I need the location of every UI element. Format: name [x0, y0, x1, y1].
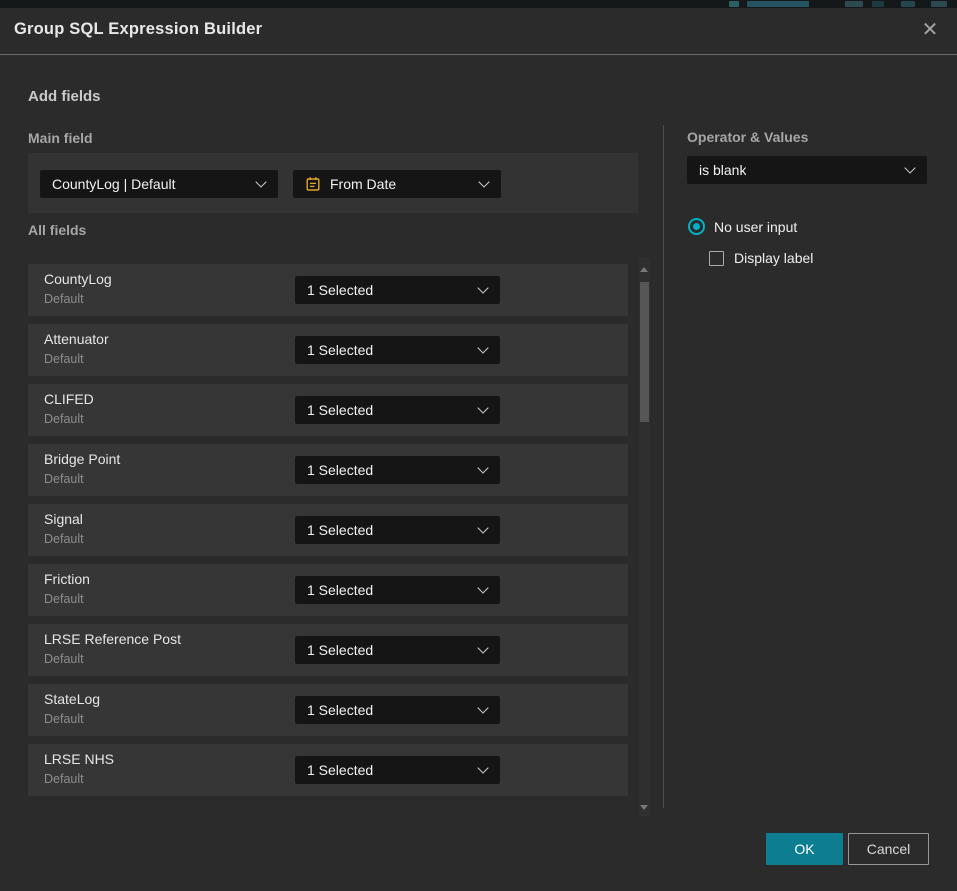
- checkbox-unchecked-icon: [709, 251, 724, 266]
- field-row: CountyLog Default 1 Selected: [28, 264, 628, 316]
- panel-divider: [663, 125, 664, 808]
- field-row-name: CountyLog: [44, 271, 112, 287]
- field-row-selection-value: 1 Selected: [307, 522, 373, 538]
- chevron-down-icon: [477, 282, 488, 293]
- main-field-label: Main field: [28, 130, 93, 146]
- operator-value: is blank: [699, 162, 746, 178]
- no-user-input-radio[interactable]: No user input: [688, 218, 797, 235]
- background-fragment: [845, 1, 863, 7]
- chevron-down-icon: [477, 702, 488, 713]
- chevron-down-icon: [255, 176, 266, 187]
- no-user-input-label: No user input: [714, 219, 797, 235]
- field-row-selection-value: 1 Selected: [307, 402, 373, 418]
- field-row: LRSE NHS Default 1 Selected: [28, 744, 628, 796]
- field-row-selection-value: 1 Selected: [307, 582, 373, 598]
- scrollbar-up-arrow-icon[interactable]: [640, 267, 648, 272]
- close-icon[interactable]: ✕: [916, 16, 944, 44]
- chevron-down-icon: [477, 642, 488, 653]
- field-row-subtitle: Default: [44, 472, 84, 486]
- field-row-selection-value: 1 Selected: [307, 282, 373, 298]
- field-row-subtitle: Default: [44, 592, 84, 606]
- field-row-subtitle: Default: [44, 772, 84, 786]
- dialog-title: Group SQL Expression Builder: [14, 20, 262, 39]
- main-field-panel: CountyLog | Default From Date: [28, 153, 638, 213]
- list-scrollbar[interactable]: [639, 258, 650, 816]
- field-row-subtitle: Default: [44, 652, 84, 666]
- all-fields-label: All fields: [28, 222, 86, 238]
- field-row-selection-value: 1 Selected: [307, 762, 373, 778]
- main-field-source-dropdown[interactable]: CountyLog | Default: [40, 170, 278, 198]
- main-field-source-value: CountyLog | Default: [52, 176, 176, 192]
- field-row: Signal Default 1 Selected: [28, 504, 628, 556]
- chevron-down-icon: [477, 462, 488, 473]
- operator-values-heading: Operator & Values: [687, 129, 808, 145]
- field-row-name: StateLog: [44, 691, 100, 707]
- field-row-selection-value: 1 Selected: [307, 462, 373, 478]
- chevron-down-icon: [477, 582, 488, 593]
- field-row: Bridge Point Default 1 Selected: [28, 444, 628, 496]
- main-field-date-value: From Date: [330, 176, 396, 192]
- background-fragment: [931, 1, 947, 7]
- chevron-down-icon: [477, 522, 488, 533]
- field-row-selection-dropdown[interactable]: 1 Selected: [295, 336, 500, 364]
- field-row-subtitle: Default: [44, 352, 84, 366]
- field-row-name: Bridge Point: [44, 451, 120, 467]
- background-fragment: [872, 1, 884, 7]
- field-row-selection-dropdown[interactable]: 1 Selected: [295, 276, 500, 304]
- field-row-name: LRSE NHS: [44, 751, 114, 767]
- radio-selected-icon: [688, 218, 705, 235]
- field-row-name: Signal: [44, 511, 83, 527]
- field-row-selection-value: 1 Selected: [307, 702, 373, 718]
- display-label-text: Display label: [734, 250, 813, 266]
- background-fragment: [901, 1, 915, 7]
- field-row: Attenuator Default 1 Selected: [28, 324, 628, 376]
- chevron-down-icon: [477, 402, 488, 413]
- field-row-selection-dropdown[interactable]: 1 Selected: [295, 756, 500, 784]
- background-app-strip: [0, 0, 957, 8]
- dialog-header: Group SQL Expression Builder ✕: [0, 8, 957, 55]
- field-row-subtitle: Default: [44, 532, 84, 546]
- group-sql-expression-builder-dialog: Group SQL Expression Builder ✕ Add field…: [0, 8, 957, 891]
- field-row-selection-dropdown[interactable]: 1 Selected: [295, 516, 500, 544]
- field-row-name: Attenuator: [44, 331, 109, 347]
- field-row-name: Friction: [44, 571, 90, 587]
- add-fields-heading: Add fields: [28, 88, 101, 105]
- field-row: CLIFED Default 1 Selected: [28, 384, 628, 436]
- chevron-down-icon: [478, 176, 489, 187]
- ok-button[interactable]: OK: [766, 833, 843, 865]
- chevron-down-icon: [477, 342, 488, 353]
- background-fragment: [747, 1, 809, 7]
- field-row-selection-dropdown[interactable]: 1 Selected: [295, 576, 500, 604]
- screen: Group SQL Expression Builder ✕ Add field…: [0, 0, 957, 891]
- field-row-selection-value: 1 Selected: [307, 642, 373, 658]
- cancel-button[interactable]: Cancel: [848, 833, 929, 865]
- chevron-down-icon: [477, 762, 488, 773]
- scrollbar-thumb[interactable]: [640, 282, 649, 422]
- all-fields-list: CountyLog Default 1 Selected Attenuator …: [28, 264, 628, 796]
- field-row-name: CLIFED: [44, 391, 94, 407]
- chevron-down-icon: [904, 162, 915, 173]
- field-row-subtitle: Default: [44, 412, 84, 426]
- field-row-subtitle: Default: [44, 292, 84, 306]
- field-row-selection-dropdown[interactable]: 1 Selected: [295, 696, 500, 724]
- field-row-selection-dropdown[interactable]: 1 Selected: [295, 636, 500, 664]
- calendar-icon: [305, 176, 321, 192]
- field-row-selection-dropdown[interactable]: 1 Selected: [295, 396, 500, 424]
- field-row: LRSE Reference Post Default 1 Selected: [28, 624, 628, 676]
- operator-dropdown[interactable]: is blank: [687, 156, 927, 184]
- background-fragment: [729, 1, 739, 7]
- field-row-subtitle: Default: [44, 712, 84, 726]
- field-row-selection-value: 1 Selected: [307, 342, 373, 358]
- main-field-date-dropdown[interactable]: From Date: [293, 170, 501, 198]
- field-row-selection-dropdown[interactable]: 1 Selected: [295, 456, 500, 484]
- field-row-name: LRSE Reference Post: [44, 631, 181, 647]
- field-row: StateLog Default 1 Selected: [28, 684, 628, 736]
- scrollbar-down-arrow-icon[interactable]: [640, 805, 648, 810]
- display-label-checkbox[interactable]: Display label: [709, 250, 813, 266]
- field-row: Friction Default 1 Selected: [28, 564, 628, 616]
